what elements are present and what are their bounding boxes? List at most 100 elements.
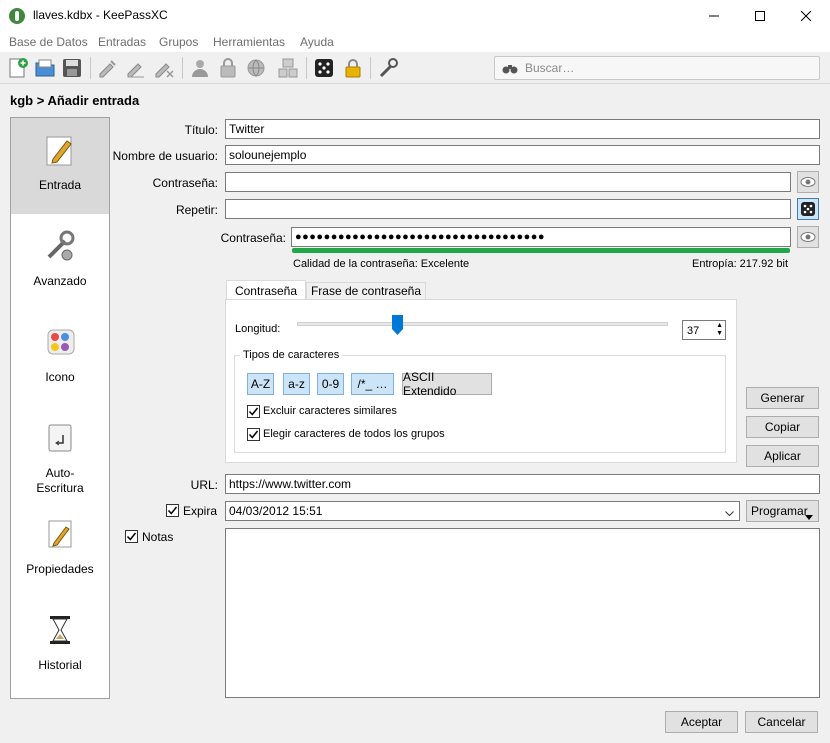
tab-passphrase[interactable]: Frase de contraseña [306,282,426,300]
maximize-icon[interactable] [737,0,783,32]
title-label: Título: [184,123,218,137]
password-label: Contraseña: [152,176,218,190]
menu-help[interactable]: Ayuda [300,35,334,49]
caret-down-icon [805,509,813,523]
sidebar-item-label: Avanzado [33,274,87,288]
stepper-arrows-icon[interactable]: ▲ ▼ [716,322,723,338]
autotype-icon[interactable] [277,57,299,79]
length-value: 37 [687,325,700,337]
add-entry-icon[interactable] [97,57,119,79]
eye-icon [800,232,816,242]
delete-entry-icon[interactable] [153,57,175,79]
length-slider-handle[interactable] [392,315,404,335]
toolbar-separator [182,57,183,79]
username-label: Nombre de usuario: [112,149,218,163]
checkmark-icon [248,430,259,439]
expires-datetime-input[interactable]: 04/03/2012 15:51 [225,501,740,521]
entropy-text: Entropía: 217.92 bit [691,258,788,270]
tab-password[interactable]: Contraseña [226,280,306,301]
keepassxc-logo-icon [9,8,25,24]
sidebar-item-history[interactable]: Historial [11,598,109,694]
numbers-toggle[interactable]: 0-9 [317,373,344,395]
uppercase-toggle[interactable]: A-Z [247,373,274,395]
copy-username-icon[interactable] [189,57,211,79]
sidebar-item-icon[interactable]: Icono [11,310,109,406]
username-input[interactable]: solounejemplo [225,145,820,165]
binoculars-icon [502,61,518,78]
url-input[interactable]: https://www.twitter.com [225,474,820,494]
notes-textarea[interactable] [225,528,820,698]
dice-icon [801,202,815,216]
checkmark-icon [126,532,137,541]
sidebar-item-label: Entrada [38,178,82,192]
menu-groups[interactable]: Grupos [159,35,198,49]
accept-button[interactable]: Aceptar [665,711,738,733]
new-database-icon[interactable] [7,57,29,79]
sidebar-item-advanced[interactable]: Avanzado [11,214,109,310]
apply-button[interactable]: Aplicar [746,445,819,467]
special-chars-toggle[interactable]: /*_ … [351,373,394,395]
open-url-icon[interactable] [245,57,267,79]
exclude-similar-label: Excluir caracteres similares [263,405,397,417]
length-stepper[interactable]: 37 ▲ ▼ [682,320,726,340]
chevron-down-icon[interactable] [725,506,734,520]
expires-checkbox[interactable] [166,504,179,517]
repeat-password-input[interactable] [225,199,791,219]
sidebar-item-entry[interactable]: Entrada [11,118,109,214]
toolbar-separator [90,57,91,79]
sidebar-item-autotype[interactable]: Auto- Escritura [11,406,109,502]
schedule-label: Programar [751,504,808,518]
eye-icon [800,177,816,187]
generated-password-input[interactable]: ●●●●●●●●●●●●●●●●●●●●●●●●●●●●●●●●●●● [291,227,791,247]
password-quality-text: Calidad de la contraseña: Excelente [293,258,470,270]
length-label: Longitud: [235,323,281,335]
edit-entry-icon[interactable] [125,57,147,79]
length-slider-track[interactable] [297,322,668,326]
title-input[interactable]: Twitter [225,119,820,139]
open-database-icon[interactable] [34,57,56,79]
notes-label: Notas [142,530,174,544]
schedule-dropdown[interactable]: Programar [746,500,819,522]
notes-checkbox[interactable] [125,530,138,543]
menu-tools[interactable]: Herramientas [213,35,285,49]
generate-button[interactable]: Generar [746,387,819,409]
sidebar-item-properties[interactable]: Propiedades [11,502,109,598]
copy-button[interactable]: Copiar [746,416,819,438]
document-edit-icon [42,516,78,552]
pencil-paper-icon [42,132,78,168]
menu-database[interactable]: Base de Datos [9,35,88,49]
exclude-similar-checkbox[interactable] [247,405,260,418]
toggle-visibility-button[interactable] [797,171,819,193]
lowercase-toggle[interactable]: a-z [283,373,310,395]
sidebar-item-label: Historial [38,658,82,672]
expires-label: Expira [183,504,218,518]
url-label: URL: [190,478,218,492]
sidebar-item-label: Auto- Escritura [36,466,84,495]
char-types-label: Tipos de caracteres [240,349,343,361]
minimize-icon[interactable] [691,0,737,32]
password-strength-bar [292,248,790,253]
all-groups-label: Elegir caracteres de todos los grupos [263,428,445,440]
palette-icon [42,324,78,360]
search-input[interactable] [523,60,803,76]
expires-value: 04/03/2012 15:51 [229,504,323,518]
generate-password-toggle[interactable] [797,198,819,220]
extended-ascii-toggle[interactable]: ASCII Extendido [402,370,492,398]
save-database-icon[interactable] [61,57,83,79]
password-input[interactable] [225,172,791,192]
settings-icon[interactable] [377,57,399,79]
password-generator-icon[interactable] [313,57,335,79]
hourglass-icon [42,612,78,648]
window-title: llaves.kdbx - KeePassXC [33,8,168,22]
menu-entries[interactable]: Entradas [98,35,146,49]
wrench-gear-icon [42,228,78,264]
keyboard-key-icon [42,420,78,456]
lock-database-icon[interactable] [342,57,364,79]
all-groups-checkbox[interactable] [247,428,260,441]
copy-password-icon[interactable] [217,57,239,79]
cancel-button[interactable]: Cancelar [745,711,818,733]
checkmark-icon [167,506,178,515]
close-icon[interactable] [783,0,829,32]
checkmark-icon [248,407,259,416]
toggle-generated-visibility-button[interactable] [797,226,819,248]
